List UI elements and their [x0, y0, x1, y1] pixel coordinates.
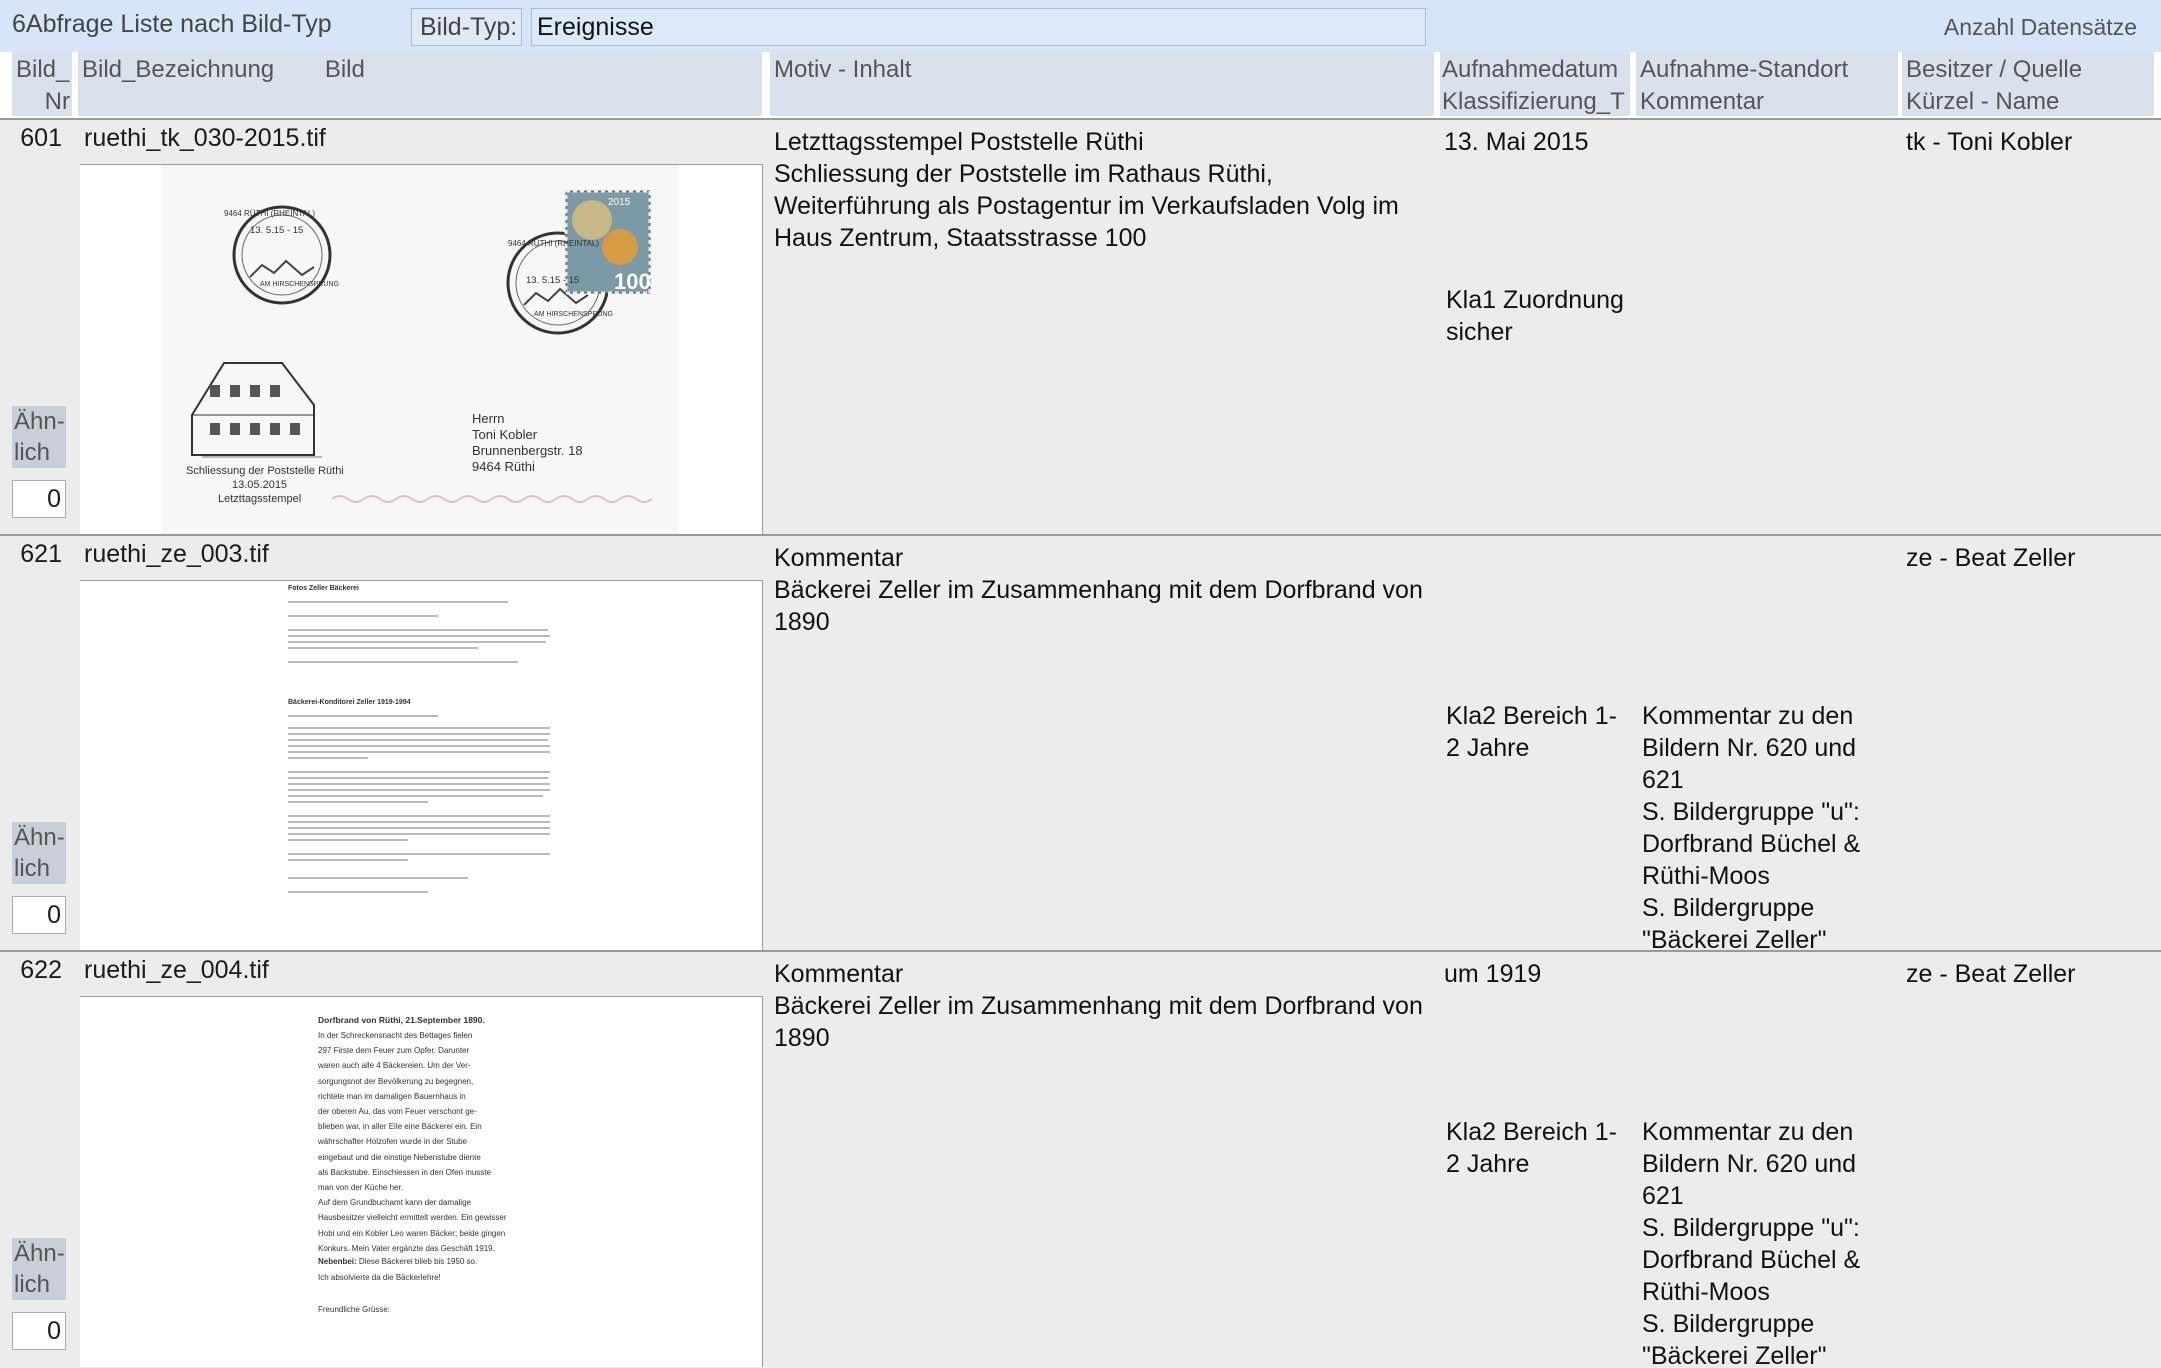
header-bild-nr: Bild_ Nr	[12, 52, 72, 116]
header-bild-nr-line2: Nr	[44, 88, 70, 115]
bild-frame: Fotos Zeller Bäckerei Bäckerei-Konditore…	[80, 580, 763, 951]
envelope-caption-2: 13.05.2015	[232, 479, 288, 491]
record-count-label: Anzahl Datensätze	[1943, 14, 2137, 40]
letter-line: 297 Firste dem Feuer zum Opfer. Darunter	[318, 1046, 470, 1056]
doc-heading-1: Fotos Zeller Bäckerei	[288, 585, 359, 592]
motiv-text: Bäckerei Zeller im Zusammenhang mit dem …	[774, 992, 1423, 1052]
motiv-title: Kommentar	[774, 544, 904, 572]
stamp-1-text: 9464 RÜTHI (RHEINTAL)	[224, 209, 315, 218]
header-bild-label: Bild	[324, 56, 365, 83]
envelope-caption-3: Letzttagsstempel	[218, 493, 302, 505]
aehnlich-count[interactable]: 0	[12, 1312, 66, 1350]
record-row: 621 ruethi_ze_003.tif Fotos Zeller Bäcke…	[0, 534, 2161, 952]
stamp-2-text: 9464 RÜTHI (RHEINTAL)	[508, 239, 599, 248]
bild-nr: 601	[20, 124, 62, 152]
letter-nebenbei-label: Nebenbei:	[318, 1257, 357, 1266]
header-motiv-label: Motiv - Inhalt	[774, 56, 912, 83]
address-line-2: Toni Kobler	[472, 427, 538, 442]
letter-line: Konkurs. Mein Vater ergänzte das Geschäf…	[318, 1243, 495, 1253]
house-drawing	[191, 362, 322, 458]
header-standort-line1: Aufnahme-Standort	[1640, 56, 1849, 83]
header-bild-nr-line1: Bild_	[16, 56, 70, 83]
aehnlich-button[interactable]: Ähn-lich	[12, 822, 66, 884]
document-image: Fotos Zeller Bäckerei Bäckerei-Konditore…	[280, 581, 564, 951]
letter-closing-2: Freundliche Grüsse:	[318, 1305, 391, 1314]
besitzer: tk - Toni Kobler	[1906, 128, 2073, 156]
stamp-value: 100	[614, 269, 651, 294]
motiv-title: Letzttagsstempel Poststelle Rüthi	[774, 128, 1144, 156]
bild-bezeichnung: ruethi_ze_003.tif	[84, 540, 269, 568]
letter-line: Hobi und ein Kobler Leo waren Bäcker; be…	[318, 1228, 506, 1238]
besitzer: ze - Beat Zeller	[1906, 544, 2076, 572]
header-standort: Aufnahme-Standort Kommentar	[1636, 52, 1898, 116]
letter-nebenbei: Nebenbei: Diese Bäckerei blieb bis 1950 …	[318, 1257, 477, 1266]
record-row: 601 ruethi_tk_030-2015.tif 13. 5.15 - 15…	[0, 118, 2161, 536]
address-line-1: Herrn	[472, 411, 505, 426]
aehnlich-button[interactable]: Ähn-lich	[12, 1238, 66, 1300]
letter-line: blieben war, in aller Eile eine Bäckerei…	[318, 1122, 482, 1132]
letter-line: als Backstube. Einschiessen in den Ofen …	[318, 1167, 491, 1177]
kommentar: Kommentar zu den Bildern Nr. 620 und 621…	[1642, 702, 1861, 948]
kommentar: Kommentar zu den Bildern Nr. 620 und 621…	[1642, 1118, 1861, 1364]
letter-image: Dorfbrand von Rüthi, 21.September 1890. …	[290, 997, 550, 1367]
header-bezeichnung: Bild_Bezeichnung Bild	[78, 52, 762, 116]
letter-line: Hausbesitzer vielleicht ermittelt werden…	[318, 1213, 507, 1223]
doc-heading-2: Bäckerei-Konditorei Zeller 1919-1994	[288, 699, 411, 706]
bild-frame: 13. 5.15 - 15 13. 5.15 - 15 9464 RÜTHI (…	[80, 164, 763, 535]
motiv-text: Schliessung der Poststelle im Rathaus Rü…	[774, 160, 1399, 252]
column-header: Bild_ Nr Bild_Bezeichnung Bild Motiv - I…	[0, 52, 2161, 118]
letter-line: waren auch alle 4 Bäckereien. Um der Ver…	[318, 1061, 471, 1071]
klassifizierung: Kla2 Bereich 1-2 Jahre	[1446, 1118, 1617, 1178]
stamp-year: 2015	[608, 197, 631, 208]
aehnlich-count[interactable]: 0	[12, 896, 66, 934]
header-datum: Aufnahmedatum Klassifizierung_T	[1440, 52, 1630, 116]
address-line-3: Brunnenbergstr. 18	[472, 443, 583, 458]
stamp-2-date: 13. 5.15 - 15	[526, 275, 580, 286]
letter-line: man von der Küche her.	[318, 1183, 403, 1192]
header-besitzer: Besitzer / Quelle Kürzel - Name	[1902, 52, 2154, 116]
aehnlich-count[interactable]: 0	[12, 480, 66, 518]
header-kuerzel-line2: Kürzel - Name	[1906, 88, 2060, 115]
bild-typ-field[interactable]: Ereignisse	[531, 8, 1426, 46]
stamp-1-sub: AM HIRSCHENSPRUNG	[260, 281, 339, 288]
letter-line: richtete man im damaligen Bauernhaus in	[318, 1091, 466, 1101]
header-kommentar-line2: Kommentar	[1640, 88, 1765, 115]
header-besitzer-line1: Besitzer / Quelle	[1906, 56, 2083, 83]
bild-bezeichnung: ruethi_ze_004.tif	[84, 956, 269, 984]
letter-line: der oberen Au, das vom Feuer verschont g…	[318, 1107, 477, 1116]
aufnahmedatum: 13. Mai 2015	[1444, 128, 1589, 156]
besitzer: ze - Beat Zeller	[1906, 960, 2076, 988]
letter-title: Dorfbrand von Rüthi, 21.September 1890.	[318, 1015, 485, 1025]
address-line-4: 9464 Rüthi	[472, 459, 535, 474]
motiv-title: Kommentar	[774, 960, 904, 988]
envelope-image: 13. 5.15 - 15 13. 5.15 - 15 9464 RÜTHI (…	[162, 165, 678, 535]
aehnlich-button[interactable]: Ähn-lich	[12, 406, 66, 468]
motiv-text: Bäckerei Zeller im Zusammenhang mit dem …	[774, 576, 1423, 636]
bild-typ-label: Bild-Typ:	[411, 8, 522, 46]
stamp-1-date: 13. 5.15 - 15	[250, 225, 304, 236]
aufnahmedatum: um 1919	[1444, 960, 1542, 988]
letter-line: eingebaut und die einstige Nebenstube di…	[318, 1152, 481, 1162]
klassifizierung: Kla2 Bereich 1-2 Jahre	[1446, 702, 1617, 762]
bild-bezeichnung: ruethi_tk_030-2015.tif	[84, 124, 326, 152]
header-klassifizierung-line2: Klassifizierung_T	[1442, 88, 1625, 115]
header-bezeichnung-label: Bild_Bezeichnung	[82, 56, 275, 83]
letter-line: Auf dem Grundbuchamt kann der damalige	[318, 1198, 471, 1208]
bild-nr: 622	[20, 956, 62, 984]
header-datum-line1: Aufnahmedatum	[1442, 56, 1619, 83]
envelope-caption-1: Schliessung der Poststelle Rüthi	[186, 465, 344, 477]
letter-line: In der Schreckensnacht des Bettages fiel…	[318, 1031, 473, 1040]
form-title: 6Abfrage Liste nach Bild-Typ	[12, 10, 332, 38]
letter-nebenbei-text: Diese Bäckerei blieb bis 1950 so.	[358, 1257, 478, 1266]
letter-closing-1: Ich absolvierte da die Bäckerlehre!	[318, 1273, 441, 1282]
letter-line: währschafter Holzofen wurde in der Stube	[318, 1137, 467, 1147]
stamp-2-sub: AM HIRSCHENSPRUNG	[534, 311, 613, 318]
letter-line: sorgungsnot der Bevölkerung zu begegnen,	[318, 1076, 474, 1086]
header-motiv: Motiv - Inhalt	[770, 52, 1434, 116]
bild-frame: Dorfbrand von Rüthi, 21.September 1890. …	[80, 996, 763, 1367]
klassifizierung: Kla1 Zuordnung sicher	[1446, 286, 1624, 346]
bild-nr: 621	[20, 540, 62, 568]
record-row: 622 ruethi_ze_004.tif Dorfbrand von Rüth…	[0, 950, 2161, 1368]
